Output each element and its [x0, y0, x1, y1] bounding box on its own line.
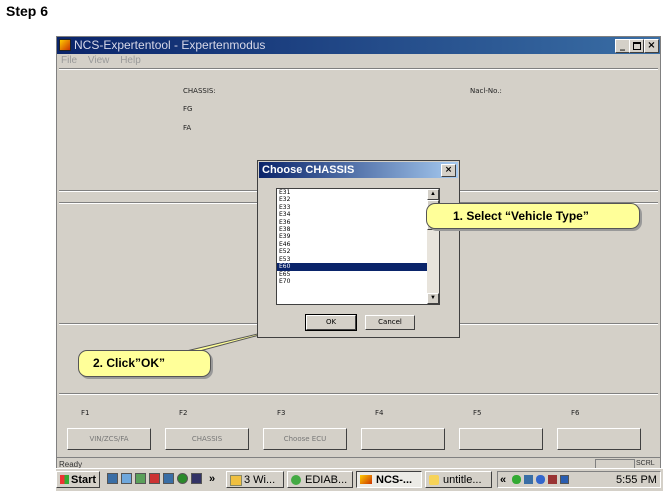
chassis-list-items: E31 E32 E33 E34 E36 E38 E39 E46 E52 E53 E60 E65 E70: [277, 189, 439, 286]
arrow-down-icon: ▼: [430, 295, 436, 301]
quicklaunch-icon-3[interactable]: [135, 473, 146, 484]
chassis-item[interactable]: E46: [277, 241, 439, 248]
chassis-item[interactable]: E32: [277, 196, 439, 203]
start-label: Start: [71, 474, 97, 486]
chassis-item[interactable]: E33: [277, 204, 439, 211]
chassis-item[interactable]: E53: [277, 256, 439, 263]
ok-button[interactable]: OK: [305, 314, 357, 331]
tray-icon-3[interactable]: [536, 475, 545, 484]
start-button[interactable]: Start: [56, 471, 100, 488]
tray-icon-5[interactable]: [560, 475, 569, 484]
quicklaunch-icon-4[interactable]: [149, 473, 160, 484]
scroll-down-button[interactable]: ▼: [427, 293, 439, 304]
chassis-item[interactable]: E65: [277, 271, 439, 278]
chassis-item[interactable]: E36: [277, 219, 439, 226]
tray-icon-1[interactable]: [512, 475, 521, 484]
taskbar: Start » 3 Wi... EDIAB... NCS-... untitle…: [56, 468, 663, 491]
quicklaunch-icon-6[interactable]: [177, 473, 188, 484]
dialog-close-button[interactable]: ×: [441, 164, 456, 177]
taskbar-item-ncs[interactable]: NCS-...: [356, 471, 422, 488]
dialog-title: Choose CHASSIS: [262, 164, 355, 176]
quicklaunch-more[interactable]: »: [209, 471, 215, 488]
system-tray: « 5:55 PM: [497, 471, 661, 488]
callout-select-vehicle-type: 1. Select “Vehicle Type”: [426, 203, 640, 229]
chassis-item[interactable]: E31: [277, 189, 439, 196]
callout-click-ok: 2. Click”OK”: [78, 350, 211, 377]
taskbar-item-label: untitle...: [443, 474, 482, 486]
tray-expand[interactable]: «: [500, 472, 506, 489]
chassis-item[interactable]: E52: [277, 248, 439, 255]
ediabas-icon: [291, 475, 301, 485]
chassis-item[interactable]: E38: [277, 226, 439, 233]
callout-select-text: 1. Select “Vehicle Type”: [453, 209, 589, 223]
chassis-item[interactable]: E34: [277, 211, 439, 218]
chassis-list[interactable]: E31 E32 E33 E34 E36 E38 E39 E46 E52 E53 E60 E65 E70 …: [276, 188, 440, 305]
ncs-icon: [360, 475, 372, 484]
quicklaunch-icon-2[interactable]: [121, 473, 132, 484]
chassis-item-selected[interactable]: E60: [277, 262, 439, 271]
callout-click-text: 2. Click”OK”: [93, 356, 166, 370]
windows-logo-icon: [60, 475, 69, 484]
taskbar-item-label: EDIAB...: [305, 474, 348, 486]
choose-chassis-dialog: Choose CHASSIS × E31 E32 E33 E34 E36 E38 E39 E4…: [257, 160, 460, 338]
quicklaunch-icon-7[interactable]: [191, 473, 202, 484]
folder-icon: [230, 475, 242, 486]
taskbar-item-untitled[interactable]: untitle...: [425, 471, 492, 488]
dialog-title-bar[interactable]: Choose CHASSIS ×: [259, 162, 458, 178]
chassis-item[interactable]: E39: [277, 233, 439, 240]
taskbar-item-label: 3 Wi...: [244, 474, 276, 486]
tray-icon-2[interactable]: [524, 475, 533, 484]
taskbar-item-windows[interactable]: 3 Wi...: [226, 471, 284, 488]
tray-icon-4[interactable]: [548, 475, 557, 484]
quicklaunch-icon-5[interactable]: [163, 473, 174, 484]
clock: 5:55 PM: [616, 474, 657, 486]
paint-icon: [429, 475, 439, 485]
chassis-item[interactable]: E70: [277, 278, 439, 285]
quicklaunch-icon-1[interactable]: [107, 473, 118, 484]
cancel-button[interactable]: Cancel: [365, 315, 415, 330]
scroll-up-button[interactable]: ▲: [427, 189, 439, 200]
arrow-up-icon: ▲: [430, 191, 436, 197]
taskbar-item-label: NCS-...: [376, 474, 413, 486]
taskbar-item-ediab[interactable]: EDIAB...: [287, 471, 353, 488]
